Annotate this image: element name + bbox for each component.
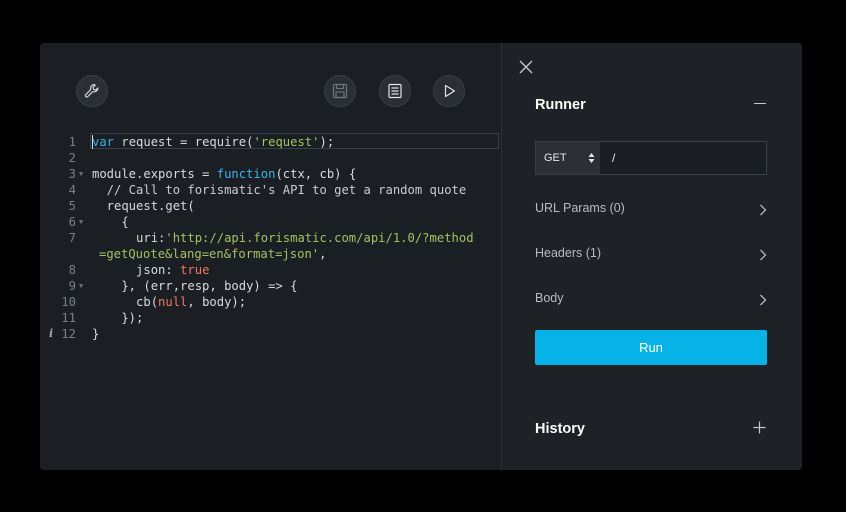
code-line: 9 ▼ }, (err,resp, body) => { bbox=[40, 278, 501, 294]
play-icon bbox=[444, 84, 456, 98]
fold-arrow-icon[interactable]: ▼ bbox=[79, 278, 83, 294]
plus-icon[interactable] bbox=[753, 421, 766, 434]
code-text: =getQuote&lang=en&format=json', bbox=[99, 247, 327, 261]
code-line: 2 bbox=[40, 150, 501, 166]
fold-arrow-icon[interactable]: ▼ bbox=[79, 166, 83, 182]
line-number: 12 bbox=[61, 327, 76, 341]
code-comment: // Call to forismatic's API to get a ran… bbox=[92, 183, 467, 197]
line-number: 11 bbox=[61, 311, 76, 325]
code-line: 3 ▼ module.exports = function(ctx, cb) { bbox=[40, 166, 501, 182]
section-label: Body bbox=[535, 291, 564, 305]
section-label: Headers (1) bbox=[535, 246, 601, 260]
section-label: URL Params (0) bbox=[535, 201, 625, 215]
line-number: 10 bbox=[61, 295, 76, 309]
code-line: 5 request.get( bbox=[40, 198, 501, 214]
http-method-select[interactable]: GET bbox=[536, 142, 600, 174]
code-line: 8 json: true bbox=[40, 262, 501, 278]
code-text: { bbox=[92, 215, 129, 229]
code-text: cb(null, body); bbox=[92, 295, 247, 309]
text-cursor bbox=[92, 135, 93, 149]
code-text: var request = require('request'); bbox=[92, 135, 335, 149]
line-number: 5 bbox=[68, 199, 76, 213]
request-url-bar: GET bbox=[535, 141, 767, 175]
line-number: 7 bbox=[68, 231, 76, 245]
code-line: 11 }); bbox=[40, 310, 501, 326]
run-code-button[interactable] bbox=[433, 75, 465, 107]
code-line: i 12 } bbox=[40, 326, 501, 342]
code-text: json: true bbox=[92, 263, 210, 277]
code-line: 10 cb(null, body); bbox=[40, 294, 501, 310]
document-lines-icon bbox=[388, 83, 402, 99]
run-button[interactable]: Run bbox=[535, 330, 767, 365]
line-number: 3 bbox=[68, 167, 76, 181]
wrench-icon bbox=[84, 83, 99, 98]
line-number: 1 bbox=[68, 135, 76, 149]
line-number: 8 bbox=[68, 263, 76, 277]
runner-title: Runner bbox=[535, 97, 586, 113]
select-arrows-icon bbox=[588, 153, 595, 163]
url-params-section[interactable]: URL Params (0) bbox=[535, 201, 767, 221]
body-section[interactable]: Body bbox=[535, 291, 767, 311]
code-text: }); bbox=[92, 311, 144, 325]
save-button[interactable] bbox=[324, 75, 356, 107]
settings-button[interactable] bbox=[76, 75, 108, 107]
code-text: request.get( bbox=[92, 199, 195, 213]
url-path-input[interactable] bbox=[600, 142, 766, 174]
history-title: History bbox=[535, 421, 585, 437]
line-number: 4 bbox=[68, 183, 76, 197]
format-button[interactable] bbox=[379, 75, 411, 107]
line-number: 9 bbox=[68, 279, 76, 293]
code-editor-pane: 1 var request = require('request'); 2 3 … bbox=[40, 43, 501, 470]
close-icon[interactable] bbox=[518, 59, 534, 75]
http-method-value: GET bbox=[544, 152, 567, 164]
line-number: 6 bbox=[68, 215, 76, 229]
fold-arrow-icon[interactable]: ▼ bbox=[79, 214, 83, 230]
runner-pane: Runner GET URL Params (0) Headers (1) bbox=[502, 43, 802, 470]
line-number: 2 bbox=[68, 151, 76, 165]
code-text: module.exports = function(ctx, cb) { bbox=[92, 167, 357, 181]
code-text: }, (err,resp, body) => { bbox=[92, 279, 298, 293]
code-line-wrapped: =getQuote&lang=en&format=json', bbox=[40, 246, 501, 262]
code-line: 4 // Call to forismatic's API to get a r… bbox=[40, 182, 501, 198]
code-text: } bbox=[92, 327, 100, 341]
chevron-right-icon bbox=[760, 294, 767, 306]
collapse-icon[interactable] bbox=[754, 103, 766, 104]
code-line: 7 uri:'http://api.forismatic.com/api/1.0… bbox=[40, 230, 501, 246]
floppy-disk-icon bbox=[332, 83, 348, 99]
app-window: 1 var request = require('request'); 2 3 … bbox=[40, 43, 802, 470]
headers-section[interactable]: Headers (1) bbox=[535, 246, 767, 266]
code-text: uri:'http://api.forismatic.com/api/1.0/?… bbox=[92, 231, 474, 245]
code-line: 6 ▼ { bbox=[40, 214, 501, 230]
chevron-right-icon bbox=[760, 204, 767, 216]
chevron-right-icon bbox=[760, 249, 767, 261]
code-line: 1 var request = require('request'); bbox=[40, 133, 501, 150]
